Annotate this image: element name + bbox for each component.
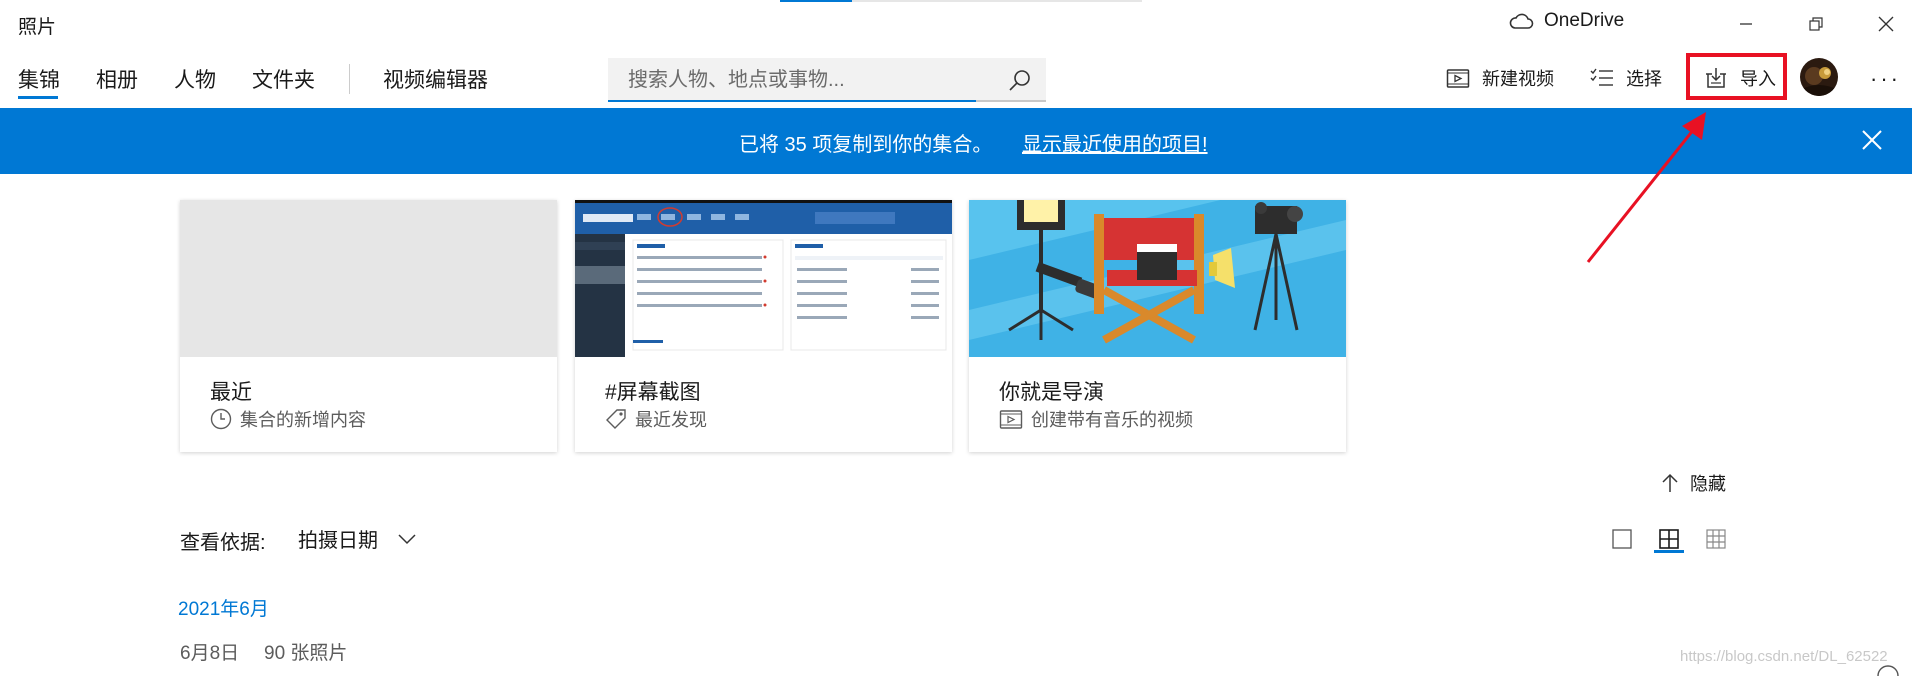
selected-tab-indicator xyxy=(18,96,58,99)
tag-icon xyxy=(605,408,627,430)
checklist-icon xyxy=(1590,68,1614,88)
director-thumbnail xyxy=(969,200,1346,357)
app-title: 照片 xyxy=(18,17,57,38)
card-subtitle: 创建带有音乐的视频 xyxy=(999,406,1193,432)
banner-message: 已将 35 项复制到你的集合。 xyxy=(739,134,993,156)
tab-people[interactable]: 人物 xyxy=(174,64,216,94)
selected-view-indicator xyxy=(1654,550,1684,553)
clock-icon xyxy=(210,408,232,430)
card-subtitle-text: 集合的新增内容 xyxy=(240,410,366,430)
card-subtitle: 集合的新增内容 xyxy=(210,406,366,432)
hide-cards-button[interactable]: 隐藏 xyxy=(1662,470,1726,496)
loading-progress-bar xyxy=(780,0,1142,2)
select-button[interactable]: 选择 xyxy=(1590,60,1662,96)
watermark: https://blog.csdn.net/DL_62522 xyxy=(1680,648,1888,665)
scroll-indicator-icon xyxy=(1876,664,1900,676)
arrow-up-icon xyxy=(1662,473,1678,493)
new-video-label: 新建视频 xyxy=(1482,69,1554,89)
select-label: 选择 xyxy=(1626,69,1662,89)
grid-3x3-icon xyxy=(1705,528,1727,550)
annotation-arrow xyxy=(1580,108,1720,268)
view-large-tiles-button[interactable] xyxy=(1605,522,1639,556)
import-highlight-box xyxy=(1686,53,1787,100)
onedrive-status[interactable]: OneDrive xyxy=(1508,10,1624,32)
view-by-label: 查看依据: xyxy=(180,532,266,554)
new-video-button[interactable]: 新建视频 xyxy=(1446,60,1554,96)
cloud-icon xyxy=(1508,12,1534,30)
tab-collection[interactable]: 集锦 xyxy=(18,64,60,94)
card-title: #屏幕截图 xyxy=(605,381,701,404)
screenshot-thumbnail xyxy=(575,200,952,357)
tab-albums[interactable]: 相册 xyxy=(96,64,138,94)
close-icon xyxy=(1862,130,1882,150)
view-by-value: 拍摄日期 xyxy=(298,530,378,552)
video-icon xyxy=(999,408,1023,430)
minimize-button[interactable] xyxy=(1726,8,1766,40)
month-heading[interactable]: 2021年6月 xyxy=(178,594,269,621)
more-options-button[interactable]: ··· xyxy=(1870,64,1901,94)
view-small-tiles-button[interactable] xyxy=(1699,522,1733,556)
recent-thumbnail xyxy=(180,200,557,357)
search-focus-line xyxy=(608,100,976,102)
card-director[interactable]: 你就是导演 创建带有音乐的视频 xyxy=(969,200,1346,452)
onedrive-label: OneDrive xyxy=(1544,10,1625,31)
search-button[interactable] xyxy=(1004,64,1036,96)
card-title: 你就是导演 xyxy=(999,381,1104,404)
card-subtitle-text: 最近发现 xyxy=(635,410,707,430)
day-heading: 6月8日 xyxy=(180,643,240,664)
loading-progress-fill xyxy=(780,0,853,2)
banner-close-button[interactable] xyxy=(1856,124,1888,156)
restore-button[interactable] xyxy=(1796,8,1836,40)
search-icon xyxy=(1008,68,1032,92)
tab-video-editor[interactable]: 视频编辑器 xyxy=(383,64,488,94)
card-screenshots[interactable]: #屏幕截图 最近发现 xyxy=(575,200,952,452)
tab-folders[interactable]: 文件夹 xyxy=(252,64,315,94)
search-box xyxy=(608,58,1046,102)
single-square-icon xyxy=(1611,528,1633,550)
view-by-dropdown[interactable]: 拍摄日期 xyxy=(298,524,416,553)
hide-label: 隐藏 xyxy=(1690,474,1726,494)
show-recent-link[interactable]: 显示最近使用的项目! xyxy=(1022,128,1208,157)
photo-count: 90 张照片 xyxy=(264,643,348,664)
card-subtitle-text: 创建带有音乐的视频 xyxy=(1031,410,1193,430)
close-window-button[interactable] xyxy=(1866,8,1906,40)
grid-2x2-icon xyxy=(1658,528,1680,550)
chevron-down-icon xyxy=(398,533,416,545)
video-icon xyxy=(1446,67,1470,89)
card-recent[interactable]: 最近 集合的新增内容 xyxy=(180,200,557,452)
search-input[interactable] xyxy=(626,64,990,96)
nav-divider xyxy=(349,64,350,94)
card-subtitle: 最近发现 xyxy=(605,406,707,432)
card-title: 最近 xyxy=(210,381,252,404)
avatar[interactable] xyxy=(1800,58,1838,96)
